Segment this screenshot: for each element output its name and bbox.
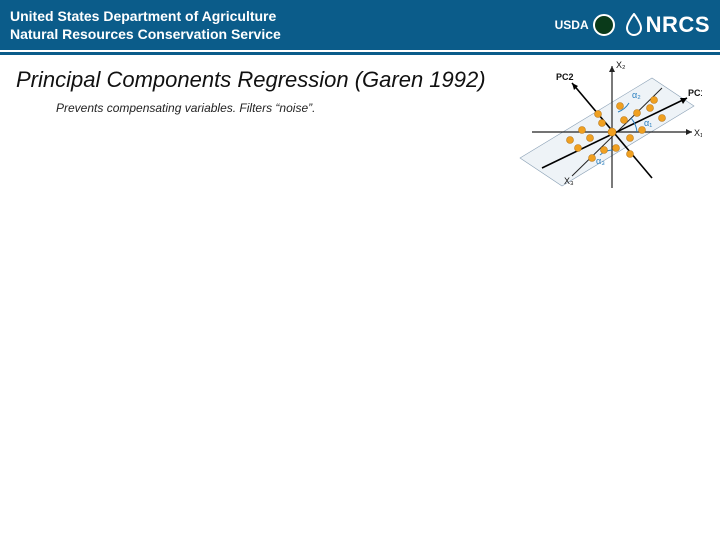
usda-badge: USDA — [555, 14, 615, 36]
header-titles: United States Department of Agriculture … — [10, 7, 281, 43]
alpha1-label: α₁ — [644, 118, 652, 128]
pc2-label: PC2 — [556, 72, 574, 82]
nrcs-badge: NRCS — [625, 12, 710, 38]
usda-seal-icon — [593, 14, 615, 36]
usda-label: USDA — [555, 18, 589, 32]
alpha2-label: α₂ — [632, 90, 641, 100]
axis-x1-label: X₁ — [694, 128, 702, 138]
header-line2: Natural Resources Conservation Service — [10, 25, 281, 43]
pca-diagram: X₁ X₂ X₃ PC1 PC2 α₁ α₂ α₃ — [512, 58, 702, 198]
axis-x3-label: X₃ — [564, 176, 574, 186]
alpha3-label: α₃ — [596, 156, 605, 166]
header-line1: United States Department of Agriculture — [10, 7, 281, 25]
water-drop-icon — [625, 13, 643, 37]
header-bar: United States Department of Agriculture … — [0, 0, 720, 50]
pc1-label: PC1 — [688, 88, 702, 98]
header-logos: USDA NRCS — [555, 12, 710, 38]
axis-x2-label: X₂ — [616, 60, 626, 70]
nrcs-label: NRCS — [646, 12, 710, 38]
